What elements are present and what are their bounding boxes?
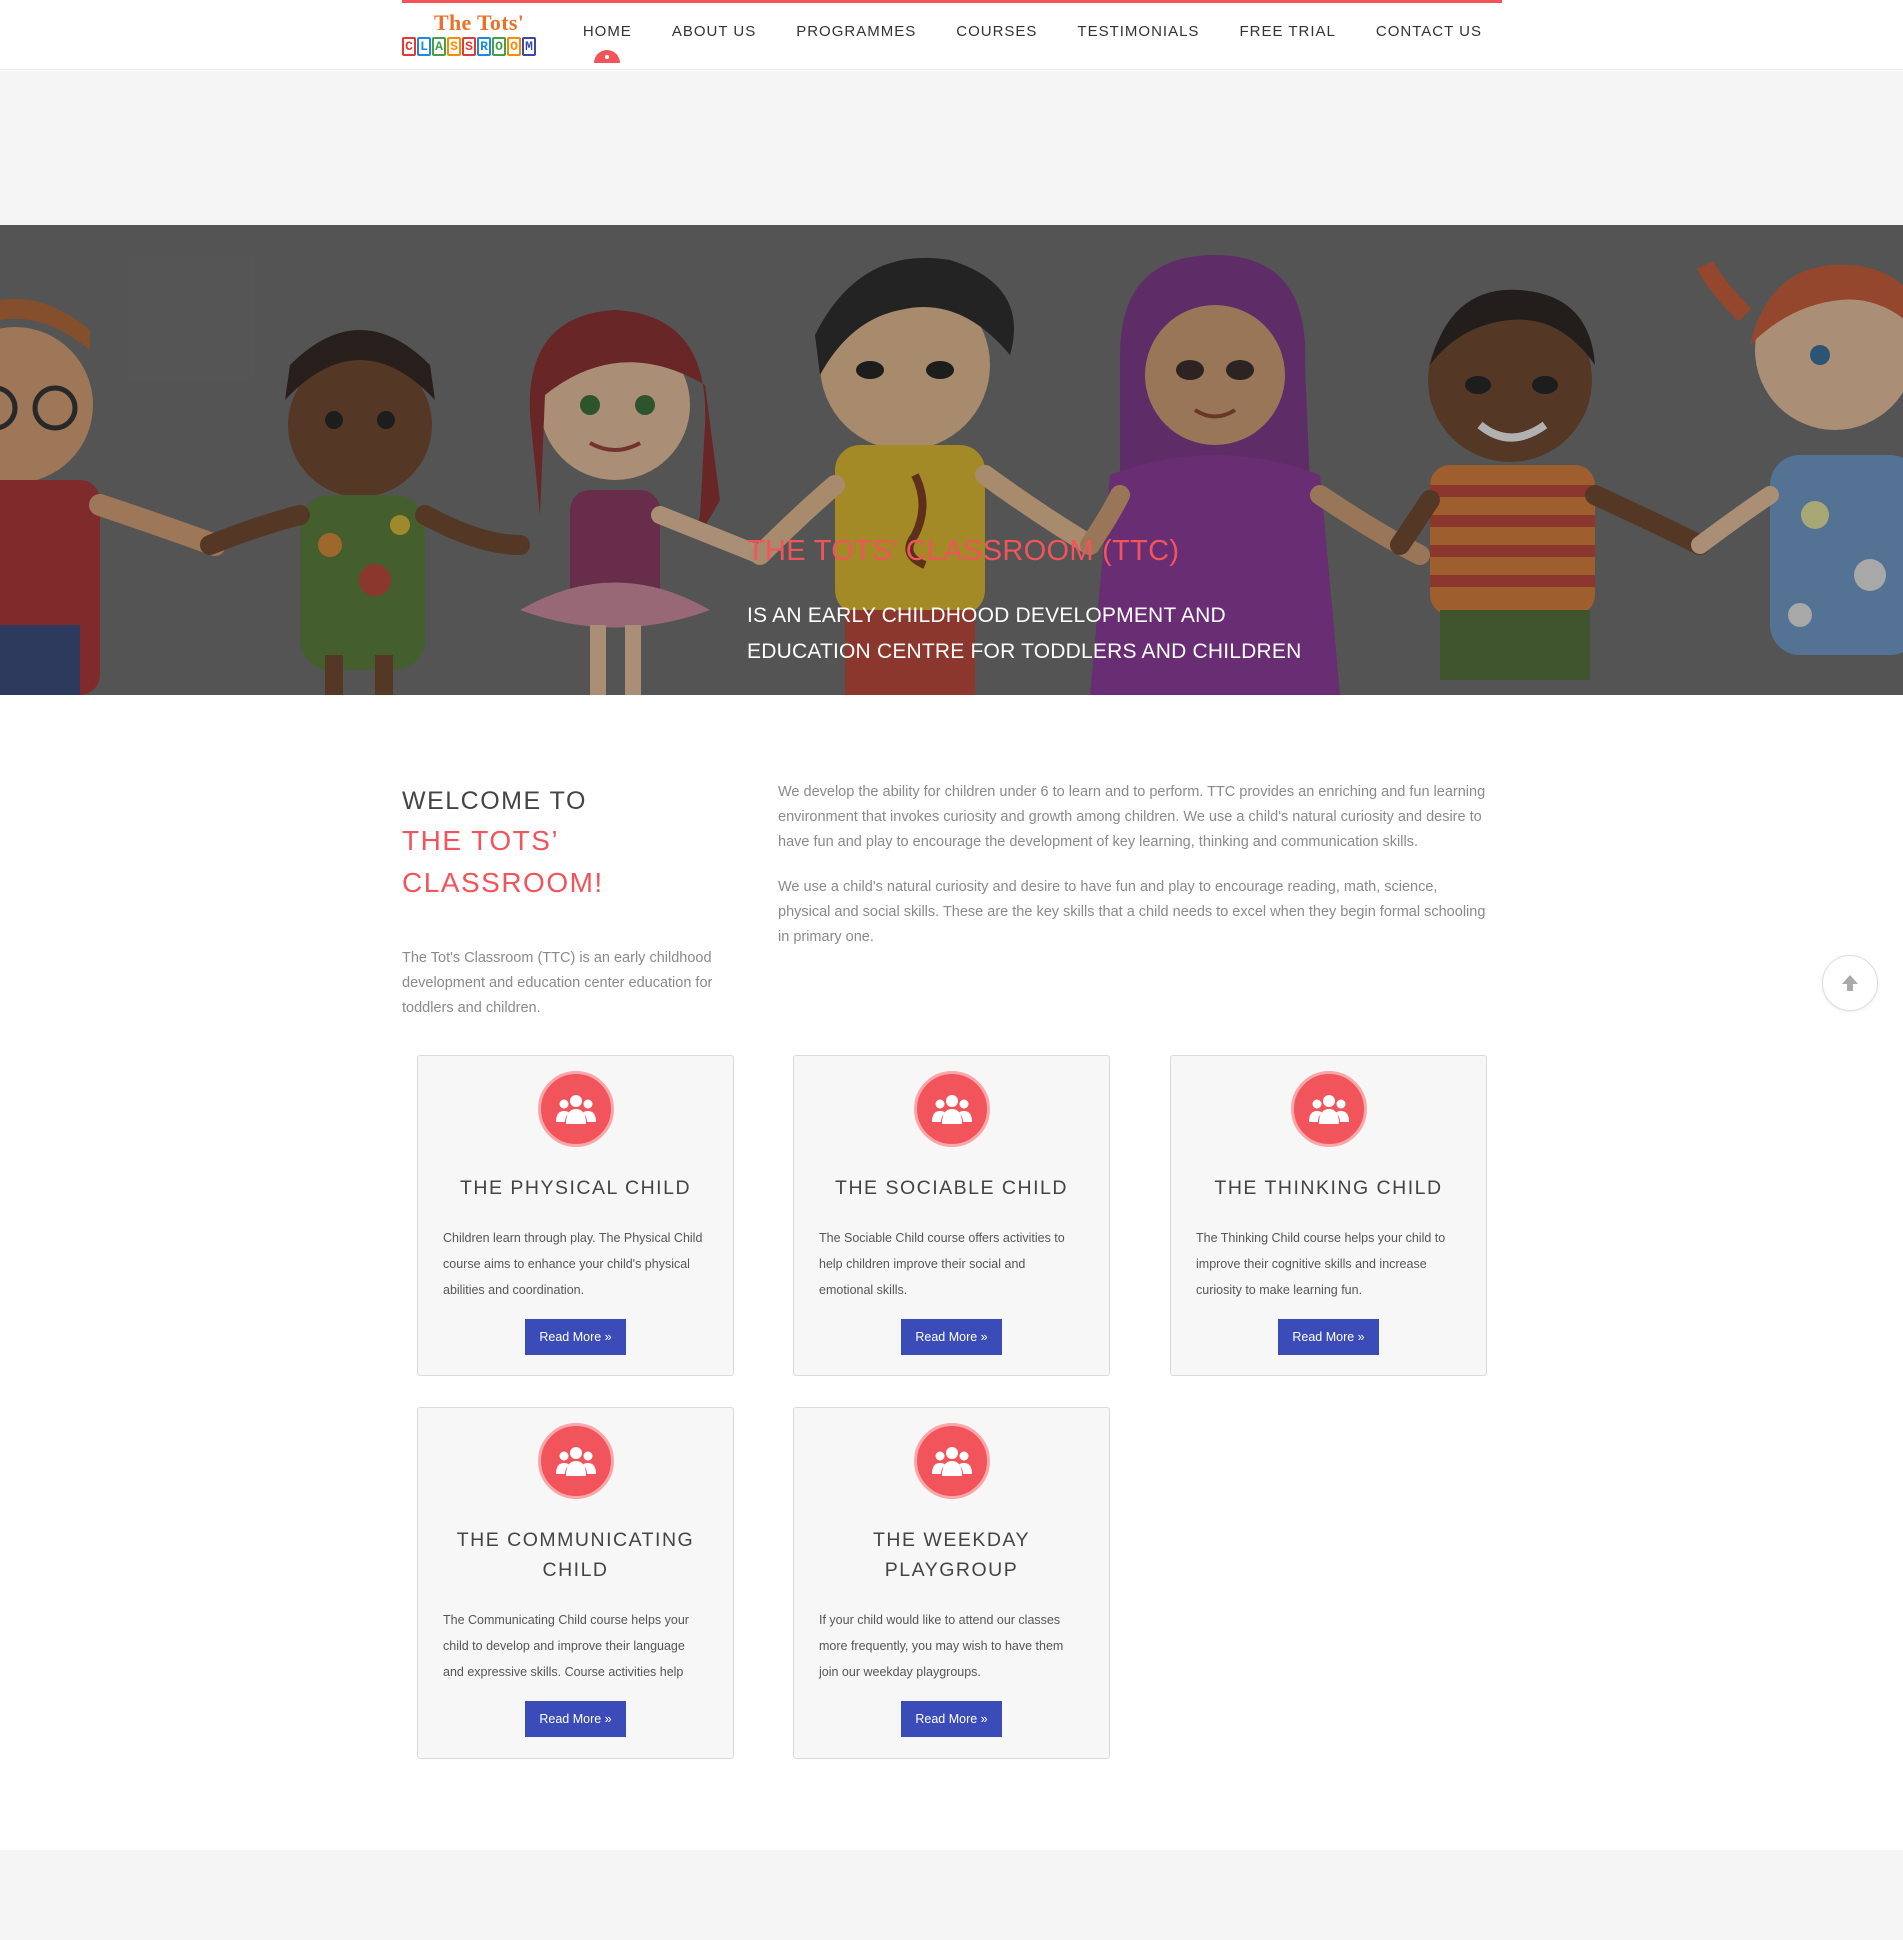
footer-band: [0, 1850, 1903, 1940]
scroll-to-top-button[interactable]: [1822, 955, 1878, 1011]
logo-block: C: [402, 37, 416, 56]
welcome-heading: WELCOME TO: [402, 787, 587, 815]
nav-item-courses[interactable]: COURSES: [936, 3, 1057, 70]
card-title: THE SOCIABLE CHILD: [835, 1177, 1068, 1199]
header-inner: The Tots' C L A S S R O O M HOME ABOUT U…: [402, 0, 1502, 70]
card-text: The Sociable Child course offers activit…: [819, 1231, 1065, 1297]
card-title: THE WEEKDAY PLAYGROUP: [873, 1529, 1030, 1581]
nav-item-testimonials[interactable]: TESTIMONIALS: [1057, 3, 1219, 70]
site-logo[interactable]: The Tots' C L A S S R O O M: [402, 8, 552, 58]
course-card: THE PHYSICAL CHILD Children learn throug…: [417, 1055, 734, 1376]
logo-block: O: [507, 37, 521, 56]
nav-item-about-us[interactable]: ABOUT US: [652, 3, 776, 70]
read-more-button[interactable]: Read More »: [901, 1701, 1002, 1737]
course-card: THE COMMUNICATING CHILD The Communicatin…: [417, 1407, 734, 1759]
read-more-button[interactable]: Read More »: [901, 1319, 1002, 1355]
group-icon: [537, 1071, 614, 1147]
logo-title: The Tots': [434, 10, 525, 35]
group-icon: [913, 1423, 990, 1499]
top-spacer-band: [0, 71, 1903, 225]
logo-block: O: [492, 37, 506, 56]
logo-block: L: [417, 37, 431, 56]
card-text: Children learn through play. The Physica…: [443, 1231, 703, 1297]
nav-label: HOME: [582, 23, 632, 40]
card-title: THE PHYSICAL CHILD: [459, 1177, 692, 1199]
card-text: If your child would like to attend our c…: [819, 1613, 1064, 1679]
welcome-heading-accent: THE TOTS’ CLASSROOM!: [402, 825, 604, 898]
logo-block: M: [522, 37, 536, 56]
nav-label: TESTIMONIALS: [1077, 23, 1200, 40]
logo-blocks: C L A S S R O O M: [402, 37, 536, 56]
nav-label: PROGRAMMES: [796, 23, 917, 40]
course-card: THE THINKING CHILD The Thinking Child co…: [1170, 1055, 1487, 1376]
welcome-description: The Tot's Classroom (TTC) is an early ch…: [402, 950, 713, 1016]
nav-label: COURSES: [956, 23, 1038, 40]
card-title: THE COMMUNICATING CHILD: [456, 1529, 695, 1581]
card-text: The Thinking Child course helps your chi…: [1196, 1231, 1446, 1297]
nav-item-programmes[interactable]: PROGRAMMES: [776, 3, 936, 70]
logo-block: A: [432, 37, 446, 56]
card-text: The Communicating Child course helps you…: [443, 1613, 689, 1679]
nav-label: CONTACT US: [1375, 23, 1482, 40]
read-more-button[interactable]: Read More »: [525, 1319, 626, 1355]
arrow-up-icon: [1842, 975, 1858, 991]
group-icon: [913, 1071, 990, 1147]
read-more-button[interactable]: Read More »: [1278, 1319, 1379, 1355]
welcome-paragraph: We develop the ability for children unde…: [778, 784, 1486, 850]
nav-label: ABOUT US: [671, 23, 757, 40]
logo-block: S: [462, 37, 476, 56]
welcome-body: We develop the ability for children unde…: [778, 780, 1493, 970]
welcome-paragraph: We use a child's natural curiosity and d…: [778, 879, 1486, 945]
hero-subtitle: IS AN EARLY CHILDHOOD DEVELOPMENT AND ED…: [747, 604, 1302, 663]
course-card: THE WEEKDAY PLAYGROUP If your child woul…: [793, 1407, 1110, 1759]
logo-block: R: [477, 37, 491, 56]
welcome-intro: WELCOME TO THE TOTS’ CLASSROOM! The Tot'…: [402, 785, 742, 1021]
nav-item-home[interactable]: HOME: [563, 3, 652, 70]
group-icon: [537, 1423, 614, 1499]
nav-item-free-trial[interactable]: FREE TRIAL: [1219, 3, 1355, 70]
main-nav: HOME ABOUT US PROGRAMMES COURSES TESTIMO…: [563, 3, 1502, 70]
nav-label: FREE TRIAL: [1239, 23, 1336, 40]
hero-banner: THE TOTS’ CLASSROOM (TTC) IS AN EARLY CH…: [0, 225, 1903, 695]
logo-block: S: [447, 37, 461, 56]
group-icon: [1290, 1071, 1367, 1147]
course-card: THE SOCIABLE CHILD The Sociable Child co…: [793, 1055, 1110, 1376]
site-header: The Tots' C L A S S R O O M HOME ABOUT U…: [0, 0, 1903, 70]
read-more-button[interactable]: Read More »: [525, 1701, 626, 1737]
nav-item-contact-us[interactable]: CONTACT US: [1356, 3, 1502, 70]
card-title: THE THINKING CHILD: [1214, 1177, 1443, 1199]
hero-title: THE TOTS’ CLASSROOM (TTC): [747, 535, 1180, 567]
active-indicator-icon: [594, 50, 621, 63]
